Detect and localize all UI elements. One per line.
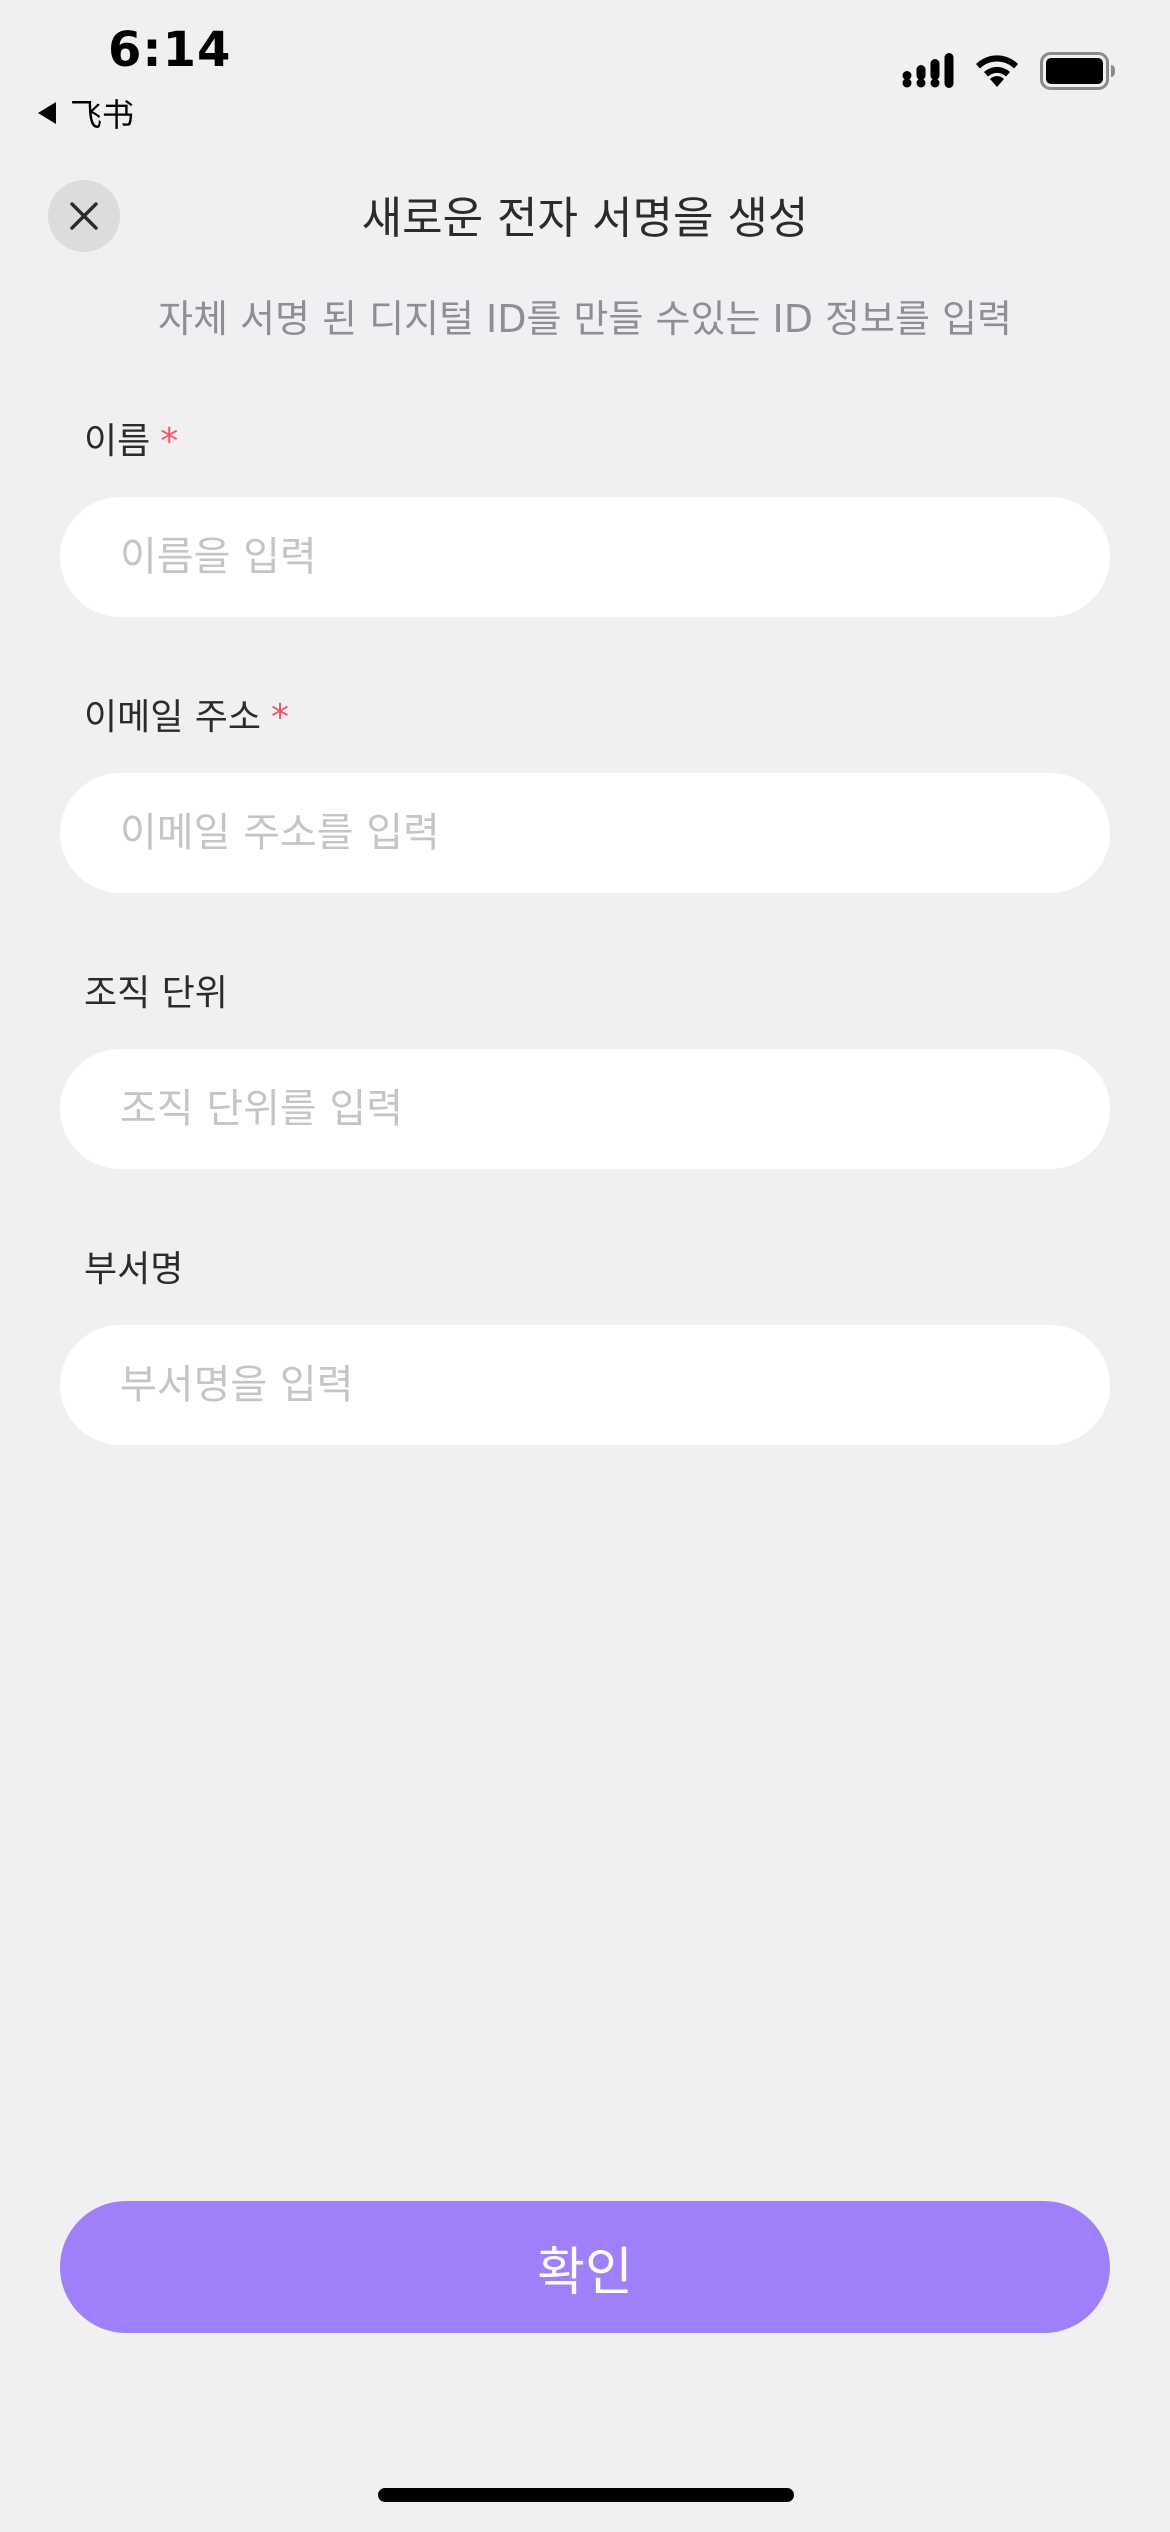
back-triangle-icon bbox=[38, 102, 56, 124]
back-to-app-link[interactable]: 飞书 bbox=[38, 90, 134, 136]
wifi-icon bbox=[976, 55, 1018, 87]
name-input[interactable] bbox=[60, 497, 1110, 617]
required-mark: * bbox=[271, 697, 290, 738]
org-unit-label-row: 조직 단위 bbox=[84, 964, 228, 1016]
back-app-label: 飞书 bbox=[70, 96, 135, 134]
page-title: 새로운 전자 서명을 생성 bbox=[361, 193, 809, 244]
battery-icon bbox=[1040, 52, 1115, 90]
name-label-row: 이름 * bbox=[84, 412, 178, 464]
org-unit-input[interactable] bbox=[60, 1049, 1110, 1169]
email-input[interactable] bbox=[60, 773, 1110, 893]
department-label-row: 부서명 bbox=[84, 1240, 183, 1292]
status-time: 6:14 bbox=[108, 22, 232, 78]
name-label: 이름 bbox=[84, 421, 151, 462]
department-label: 부서명 bbox=[84, 1249, 184, 1290]
confirm-button[interactable]: 확인 bbox=[60, 2201, 1110, 2333]
department-input[interactable] bbox=[60, 1325, 1110, 1445]
status-icons bbox=[902, 52, 1116, 90]
home-indicator[interactable] bbox=[378, 2488, 794, 2502]
email-label-row: 이메일 주소 * bbox=[84, 688, 289, 740]
page-subtitle: 자체 서명 된 디지털 ID를 만들 수있는 ID 정보를 입력 bbox=[158, 297, 1012, 341]
cellular-signal-icon bbox=[902, 53, 954, 88]
email-label: 이메일 주소 bbox=[84, 697, 262, 738]
required-mark: * bbox=[160, 421, 179, 462]
org-unit-label: 조직 단위 bbox=[84, 973, 228, 1014]
